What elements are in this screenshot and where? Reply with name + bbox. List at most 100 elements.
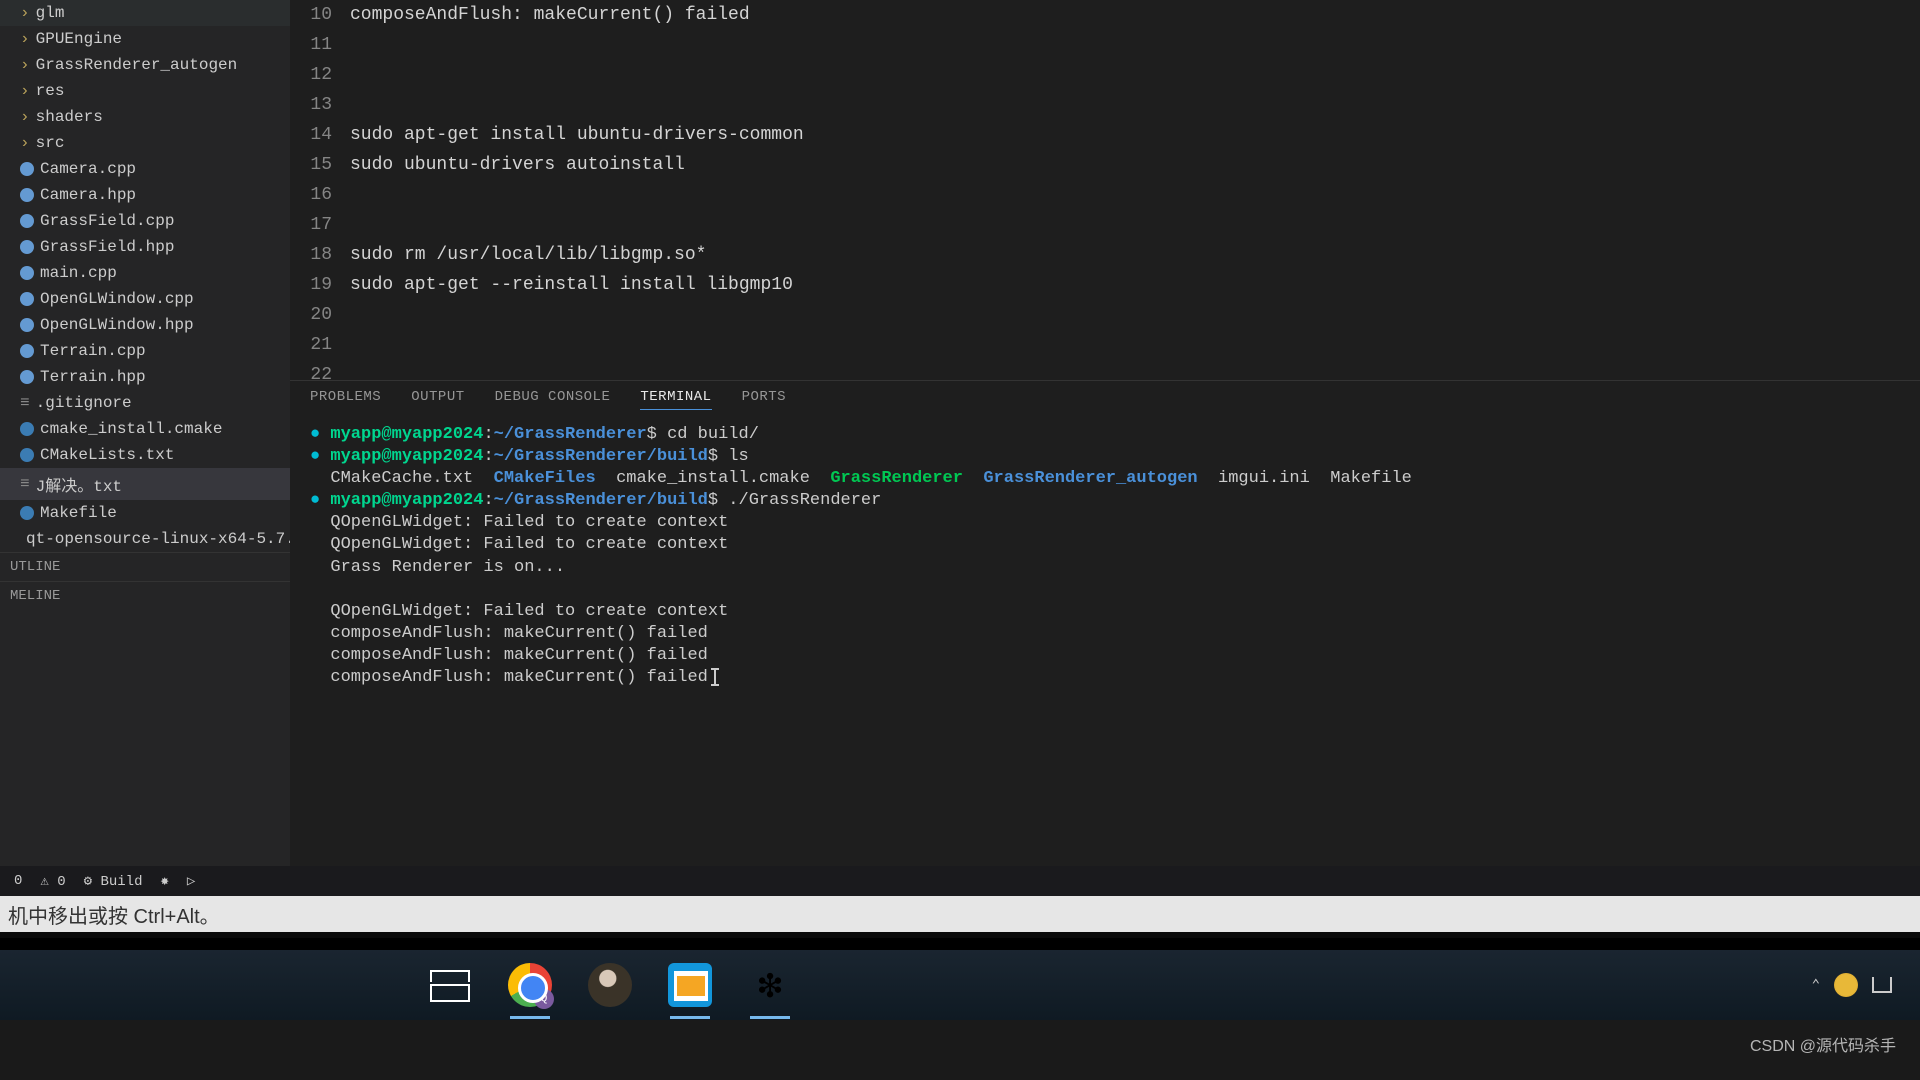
file-label: cmake_install.cmake [40, 420, 222, 438]
file-label: Makefile [40, 504, 117, 522]
file-label: src [36, 134, 65, 152]
file-label: .gitignore [36, 394, 132, 412]
chrome-badge-icon: Q [534, 989, 554, 1009]
file-GPUEngine[interactable]: ›GPUEngine [0, 26, 290, 52]
taskbar-vmware[interactable] [660, 955, 720, 1015]
cpp-icon [20, 162, 34, 176]
errors-indicator[interactable]: ⚠ 0 [40, 873, 65, 890]
file-label: CMakeLists.txt [40, 446, 174, 464]
panel-tabs: PROBLEMS OUTPUT DEBUG CONSOLE TERMINAL PORTS [290, 380, 1920, 418]
file-GrassRenderer_autogen[interactable]: › GrassRenderer_autogen [0, 52, 290, 78]
system-tray: ⌃ [1812, 973, 1892, 997]
file-J解决。txt[interactable]: ≡J解决。txt [0, 468, 290, 500]
file-OpenGLWindow.cpp[interactable]: OpenGLWindow.cpp [0, 286, 290, 312]
file-Makefile[interactable]: Makefile [0, 500, 290, 526]
timeline-section[interactable]: MELINE [0, 581, 290, 610]
file-Terrain.hpp[interactable]: Terrain.hpp [0, 364, 290, 390]
code-icon [20, 448, 34, 462]
file-label: Terrain.cpp [40, 342, 146, 360]
file-label: main.cpp [40, 264, 117, 282]
file-label: OpenGLWindow.cpp [40, 290, 194, 308]
taskbar-avatar-app[interactable] [580, 955, 640, 1015]
file-label: OpenGLWindow.hpp [40, 316, 194, 334]
file-CMakeLists.txt[interactable]: CMakeLists.txt [0, 442, 290, 468]
file-.gitignore[interactable]: ≡ .gitignore [0, 390, 290, 416]
file-Camera.hpp[interactable]: Camera.hpp [0, 182, 290, 208]
file-label: GrassField.cpp [40, 212, 174, 230]
line-numbers: 10111213141516171819202122 [290, 0, 350, 380]
terminal-path: ~/GrassRenderer [494, 425, 647, 444]
terminal-output-line: QOpenGLWidget: Failed to create context [310, 512, 1900, 534]
file-label: GrassField.hpp [40, 238, 174, 256]
cpp-icon [20, 240, 34, 254]
code-content[interactable]: composeAndFlush: makeCurrent() failedsud… [350, 0, 1920, 380]
terminal-cmd: cd build/ [667, 425, 759, 444]
code-icon [20, 422, 34, 436]
terminal-output-line: composeAndFlush: makeCurrent() failed [310, 667, 1900, 689]
csdn-watermark: CSDN @源代码杀手 [1750, 1032, 1896, 1056]
build-button[interactable]: ⚙ Build [84, 873, 143, 890]
cpp-icon [20, 266, 34, 280]
file-label: Camera.hpp [40, 186, 136, 204]
file-res[interactable]: ›res [0, 78, 290, 104]
outline-section[interactable]: UTLINE [0, 552, 290, 581]
tab-output[interactable]: OUTPUT [411, 389, 464, 410]
build-target-icon[interactable]: ✸ [160, 873, 168, 890]
terminal-output-line: QOpenGLWidget: Failed to create context [310, 601, 1900, 623]
terminal-output-line: composeAndFlush: makeCurrent() failed [310, 645, 1900, 667]
taskbar-app[interactable]: ❇ [740, 955, 800, 1015]
code-icon [20, 506, 34, 520]
editor-area: 10111213141516171819202122 composeAndFlu… [290, 0, 1920, 866]
folder-icon: › [20, 82, 30, 100]
network-icon[interactable] [1872, 977, 1892, 993]
file-Terrain.cpp[interactable]: Terrain.cpp [0, 338, 290, 364]
cpp-icon [20, 344, 34, 358]
run-button[interactable]: ▷ [187, 873, 195, 890]
folder-icon: › [20, 4, 30, 22]
file-glm[interactable]: › glm [0, 0, 290, 26]
file-OpenGLWindow.hpp[interactable]: OpenGLWindow.hpp [0, 312, 290, 338]
remote-indicator[interactable]: 0 [14, 873, 22, 889]
taskbar-chrome[interactable]: Q [500, 955, 560, 1015]
file-label: J解决。txt [36, 472, 122, 496]
terminal-panel[interactable]: ● myapp@myapp2024:~/GrassRenderer$ cd bu… [290, 418, 1920, 866]
file-shaders[interactable]: ›shaders [0, 104, 290, 130]
avatar-icon [588, 963, 632, 1007]
tab-terminal[interactable]: TERMINAL [640, 389, 711, 410]
file-label: shaders [36, 108, 103, 126]
cpp-icon [20, 318, 34, 332]
file-main.cpp[interactable]: main.cpp [0, 260, 290, 286]
terminal-output-line [310, 579, 1900, 601]
task-view-button[interactable] [420, 955, 480, 1015]
file-label: qt-opensource-linux-x64-5.7.0.run [26, 530, 290, 548]
file-label: glm [36, 4, 65, 22]
tab-problems[interactable]: PROBLEMS [310, 389, 381, 410]
file-cmake_install.cmake[interactable]: cmake_install.cmake [0, 416, 290, 442]
vscode-window: ›glm›GPUEngine›GrassRenderer_autogen›res… [0, 0, 1920, 866]
tab-debug-console[interactable]: DEBUG CONSOLE [495, 389, 611, 410]
file-label: GPUEngine [36, 30, 122, 48]
file-qt-opensource-linux-x64-5.7.0.run[interactable]: qt-opensource-linux-x64-5.7.0.run [0, 526, 290, 552]
flower-icon: ❇ [748, 963, 792, 1007]
txt-icon: ≡ [20, 394, 30, 412]
status-bar: 0 ⚠ 0 ⚙ Build ✸ ▷ [0, 866, 1920, 896]
file-src[interactable]: ›src [0, 130, 290, 156]
terminal-output-line: composeAndFlush: makeCurrent() failed [310, 623, 1900, 645]
tray-user-icon[interactable] [1834, 973, 1858, 997]
file-GrassField.hpp[interactable]: GrassField.hpp [0, 234, 290, 260]
file-Camera.cpp[interactable]: Camera.cpp [0, 156, 290, 182]
folder-icon: › [20, 56, 30, 74]
tray-expand-icon[interactable]: ⌃ [1812, 977, 1820, 994]
vm-hint-bar: 机中移出或按 Ctrl+Alt。 [0, 896, 1920, 932]
cpp-icon [20, 370, 34, 384]
text-cursor-icon [714, 668, 716, 686]
file-label: GrassRenderer_autogen [36, 56, 238, 74]
vmware-icon [668, 963, 712, 1007]
windows-taskbar: Q ❇ ⌃ [0, 950, 1920, 1020]
code-editor[interactable]: 10111213141516171819202122 composeAndFlu… [290, 0, 1920, 380]
chrome-icon: Q [508, 963, 552, 1007]
file-GrassField.cpp[interactable]: GrassField.cpp [0, 208, 290, 234]
file-label: Camera.cpp [40, 160, 136, 178]
tab-ports[interactable]: PORTS [742, 389, 787, 410]
file-explorer: ›glm›GPUEngine›GrassRenderer_autogen›res… [0, 0, 290, 866]
